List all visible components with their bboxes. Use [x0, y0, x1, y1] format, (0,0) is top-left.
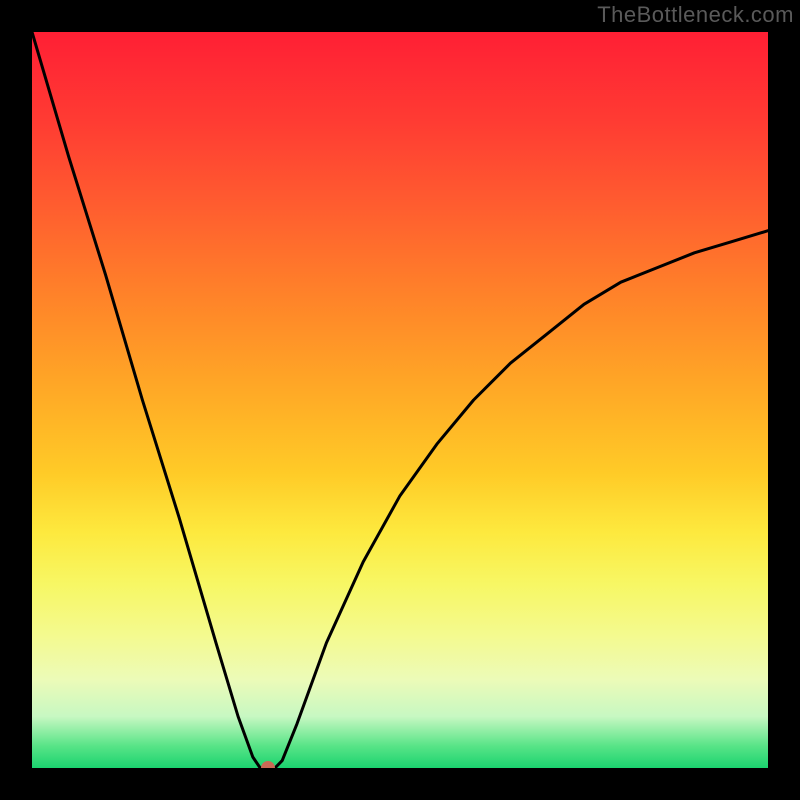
minimum-marker — [261, 761, 275, 768]
plot-area — [32, 32, 768, 768]
bottleneck-curve — [32, 32, 768, 768]
watermark-text: TheBottleneck.com — [597, 2, 794, 28]
chart-frame: TheBottleneck.com — [0, 0, 800, 800]
